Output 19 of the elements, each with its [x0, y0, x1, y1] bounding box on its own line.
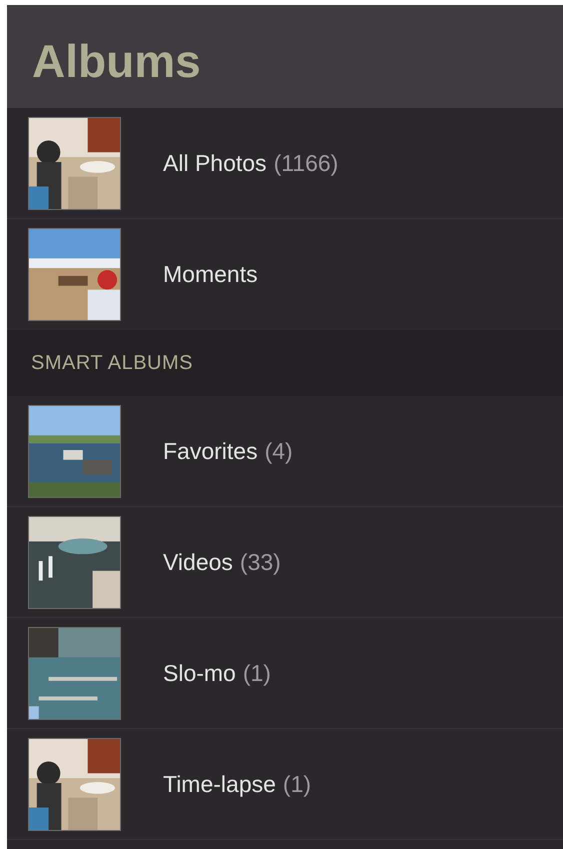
album-count: (33): [240, 548, 281, 576]
page-title: Albums: [32, 34, 201, 88]
album-count: (1166): [274, 150, 338, 176]
album-row[interactable]: All Photos (1166): [7, 108, 563, 219]
album-row[interactable]: Time-lapse (1): [7, 729, 563, 840]
album-name: Slo-mo: [163, 660, 236, 686]
album-name: Time-lapse: [163, 770, 276, 798]
album-count: (4): [264, 438, 293, 464]
album-row[interactable]: Videos (33): [7, 507, 563, 618]
album-name: All Photos: [163, 150, 267, 176]
album-name: Favorites: [163, 438, 258, 464]
album-count: (1): [282, 770, 312, 798]
album-row[interactable]: Slo-mo (1): [7, 618, 563, 729]
album-name: Videos: [163, 548, 233, 576]
album-row[interactable]: Favorites (4): [7, 396, 563, 507]
section-header: SMART ALBUMS: [7, 330, 563, 396]
album-count: (1): [242, 660, 271, 686]
album-row[interactable]: Moments: [7, 219, 563, 330]
album-name: Moments: [163, 261, 258, 288]
